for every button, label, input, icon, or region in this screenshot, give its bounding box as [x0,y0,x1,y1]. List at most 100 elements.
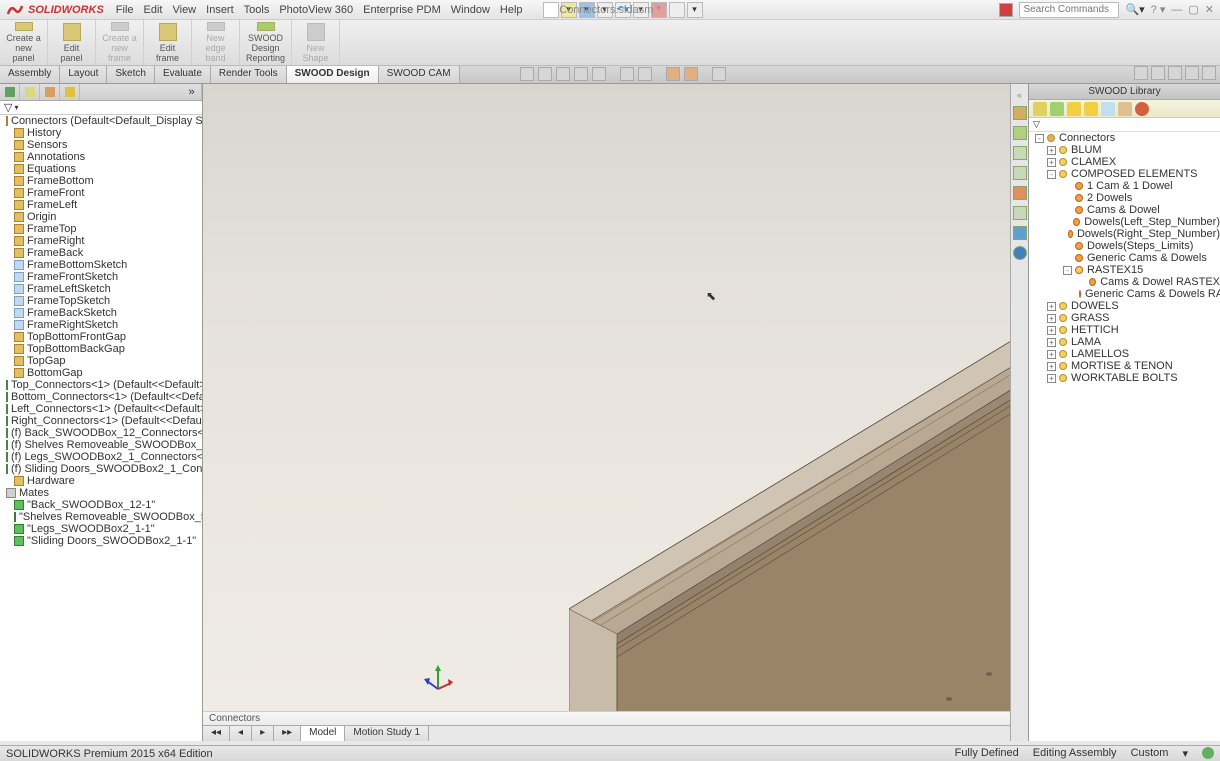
taskpane-collapse-icon[interactable]: « [1017,90,1022,100]
lib-item[interactable]: Cams & Dowel RASTEX [1029,276,1220,288]
help-icon[interactable]: ? ▾ [1151,3,1166,16]
swl-tool1-icon[interactable] [1033,102,1047,116]
tree-item[interactable]: FrameLeftSketch [0,283,202,295]
ribbon-edit-panel[interactable]: Editpanel [48,20,96,65]
menu-file[interactable]: File [116,4,134,16]
lib-item[interactable]: Cams & Dowel [1029,204,1220,216]
menu-help[interactable]: Help [500,4,523,16]
tree-item[interactable]: FrameBottom [0,175,202,187]
tree-item[interactable]: Top_Connectors<1> (Default<<Default>_Dis… [0,379,202,391]
menu-epdm[interactable]: Enterprise PDM [363,4,441,16]
tree-item[interactable]: Sensors [0,139,202,151]
vp-tab-model[interactable]: Model [301,726,345,741]
tree-item[interactable]: FrameTop [0,223,202,235]
fm-tab-config-icon[interactable] [40,84,60,100]
tp-resources-icon[interactable] [1013,106,1027,120]
tree-item[interactable]: Right_Connectors<1> (Default<<Default>_D… [0,415,202,427]
tab-render-tools[interactable]: Render Tools [211,66,287,83]
lib-item[interactable]: +BLUM [1029,144,1220,156]
fm-tab-display-icon[interactable] [60,84,80,100]
vp-tab-motion[interactable]: Motion Study 1 [345,726,429,741]
tree-item[interactable]: FrameRightSketch [0,319,202,331]
ribbon-new-edge-band[interactable]: Newedgeband [192,20,240,65]
tp-forum-icon[interactable] [1013,246,1027,260]
tree-item[interactable]: Hardware [0,475,202,487]
tree-item[interactable]: Left_Connectors<1> (Default<<Default>_Di… [0,403,202,415]
tp-view-palette-icon[interactable] [1013,166,1027,180]
tree-item[interactable]: Bottom_Connectors<1> (Default<<Default>_… [0,391,202,403]
prev-view-icon[interactable] [556,67,570,81]
qat-new-icon[interactable] [543,2,559,18]
feature-tree[interactable]: Connectors (Default<Default_Display Stat… [0,115,202,741]
tab-swood-cam[interactable]: SWOOD CAM [379,66,460,83]
qat-options-icon[interactable] [669,2,685,18]
ribbon-new-shape[interactable]: NewShape [292,20,340,65]
close-icon[interactable]: ✕ [1205,3,1214,16]
qat-more-icon[interactable]: ▾ [687,2,703,18]
search-icon[interactable]: 🔍▾ [1125,3,1144,16]
lib-item[interactable]: +LAMELLOS [1029,348,1220,360]
swood-library-tree[interactable]: -Connectors+BLUM+CLAMEX-COMPOSED ELEMENT… [1029,132,1220,741]
lib-item[interactable]: Generic Cams & Dowels RASTEX [1029,288,1220,300]
swl-tool3-icon[interactable] [1067,102,1081,116]
tree-item[interactable]: FrameRight [0,235,202,247]
menu-insert[interactable]: Insert [206,4,234,16]
tab-layout[interactable]: Layout [60,66,107,83]
vp-close-icon[interactable] [1185,66,1199,80]
tp-swood-icon[interactable] [1013,226,1027,240]
view-triad-icon[interactable] [423,661,453,691]
lib-item[interactable]: -COMPOSED ELEMENTS [1029,168,1220,180]
vp-nav-first-icon[interactable]: ◂◂ [203,726,230,741]
menu-view[interactable]: View [172,4,196,16]
swl-tool4-icon[interactable] [1084,102,1098,116]
tree-item[interactable]: TopBottomBackGap [0,343,202,355]
tree-item[interactable]: History [0,127,202,139]
apply-scene-icon[interactable] [684,67,698,81]
menu-tools[interactable]: Tools [244,4,270,16]
vp-nav-prev-icon[interactable]: ◂ [230,726,252,741]
section-view-icon[interactable] [574,67,588,81]
tree-item[interactable]: TopBottomFrontGap [0,331,202,343]
tree-item[interactable]: "Shelves Removeable_SWOODBox_5-1" [0,511,202,523]
lib-item[interactable]: Generic Cams & Dowels [1029,252,1220,264]
tp-custom-props-icon[interactable] [1013,206,1027,220]
lib-item[interactable]: -RASTEX15 [1029,264,1220,276]
fm-tab-property-icon[interactable] [20,84,40,100]
tree-item[interactable]: Mates [0,487,202,499]
menu-window[interactable]: Window [451,4,490,16]
lib-item[interactable]: +LAMA [1029,336,1220,348]
vp-collapse-icon[interactable] [1202,66,1216,80]
tab-swood-design[interactable]: SWOOD Design [287,66,379,83]
lib-item[interactable]: +CLAMEX [1029,156,1220,168]
swl-tool7-icon[interactable] [1135,102,1149,116]
vp-restore-icon[interactable] [1168,66,1182,80]
tp-appearances-icon[interactable] [1013,186,1027,200]
fm-tab-tree-icon[interactable] [0,84,20,100]
tree-item[interactable]: FrameFront [0,187,202,199]
lib-item[interactable]: 1 Cam & 1 Dowel [1029,180,1220,192]
search-commands-input[interactable] [1019,2,1119,18]
zoom-fit-icon[interactable] [520,67,534,81]
lib-item[interactable]: Dowels(Right_Step_Number) [1029,228,1220,240]
tree-item[interactable]: Annotations [0,151,202,163]
tree-item[interactable]: Equations [0,163,202,175]
lib-item[interactable]: +HETTICH [1029,324,1220,336]
restore-icon[interactable]: ▢ [1188,3,1198,16]
tab-sketch[interactable]: Sketch [107,66,155,83]
tree-item[interactable]: (f) Sliding Doors_SWOODBox2_1_Connectors… [0,463,202,475]
status-units[interactable]: Custom [1131,747,1169,760]
tree-item[interactable]: (f) Back_SWOODBox_12_Connectors<1> (Defa… [0,427,202,439]
display-style-icon[interactable] [620,67,634,81]
tree-item[interactable]: "Legs_SWOODBox2_1-1" [0,523,202,535]
ribbon-swood-reporting[interactable]: SWOODDesignReporting [240,20,292,65]
status-help-icon[interactable] [1202,747,1214,759]
zoom-area-icon[interactable] [538,67,552,81]
view-orient-icon[interactable] [592,67,606,81]
vp-nav-last-icon[interactable]: ▸▸ [274,726,301,741]
tree-item[interactable]: "Sliding Doors_SWOODBox2_1-1" [0,535,202,547]
tree-item[interactable]: (f) Shelves Removeable_SWOODBox_5_Connec… [0,439,202,451]
edit-appearance-icon[interactable] [666,67,680,81]
lib-item[interactable]: Dowels(Steps_Limits) [1029,240,1220,252]
status-dropdown-icon[interactable]: ▾ [1182,747,1188,760]
graphics-viewport[interactable]: ⬉ [203,84,1010,741]
